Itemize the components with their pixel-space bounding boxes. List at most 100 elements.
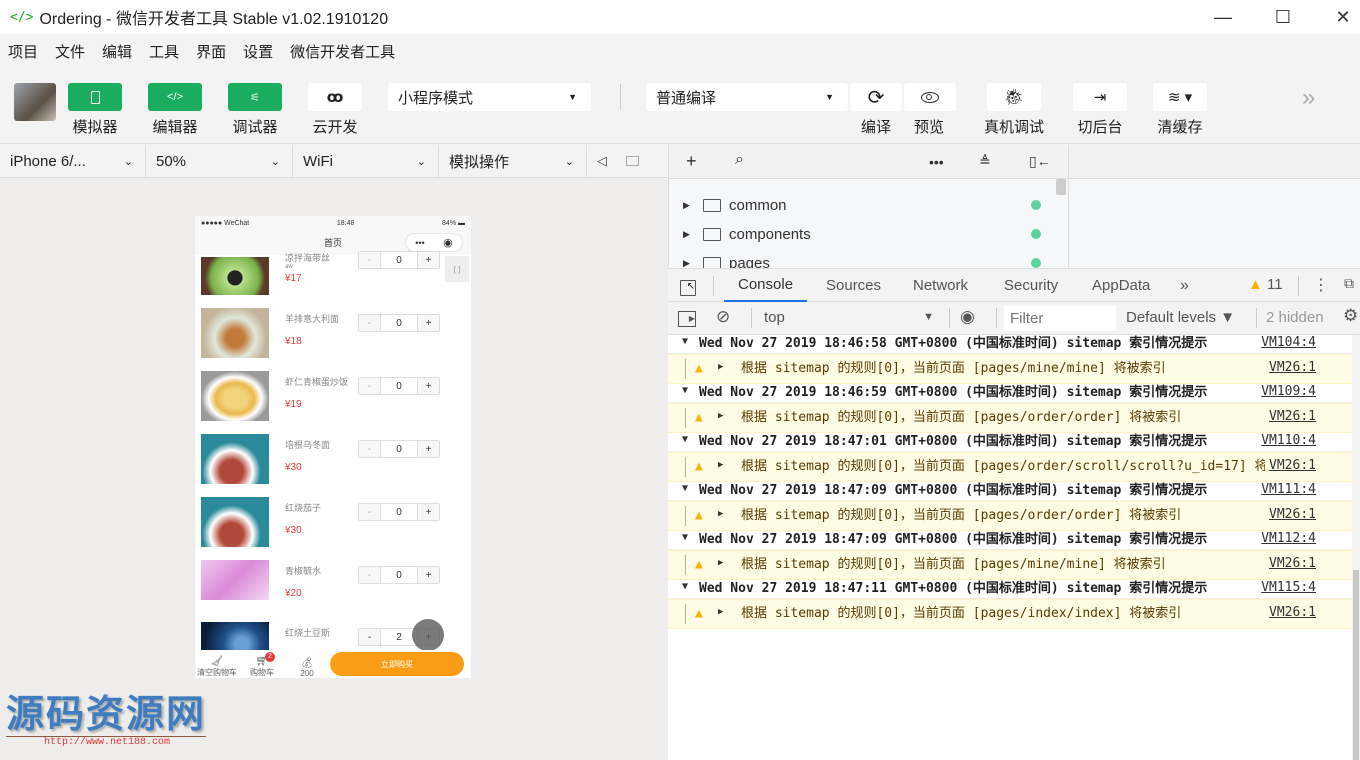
caret-down-icon[interactable]: ▼ <box>682 581 688 592</box>
simulator-button[interactable] <box>68 83 122 111</box>
search-button[interactable]: ⌕ <box>735 151 744 169</box>
source-link[interactable]: VM26:1 <box>1265 409 1316 424</box>
clear-cache-button[interactable]: ≋ ▾ <box>1153 83 1207 111</box>
menu-view[interactable]: 界面 <box>196 41 226 62</box>
clear-console-button[interactable]: ⊘ <box>716 307 730 327</box>
more-dots-icon[interactable]: ••• <box>415 238 424 248</box>
tab-console[interactable]: Console <box>724 269 808 302</box>
maximize-button[interactable]: ☐ <box>1258 0 1308 34</box>
collapse-button[interactable]: ≜ <box>979 153 991 170</box>
quantity-stepper[interactable]: - 0 + <box>358 377 440 395</box>
console-log-row[interactable]: ▼ Wed Nov 27 2019 18:47:11 GMT+0800 (中国标准… <box>668 580 1352 599</box>
tab-network[interactable]: Network <box>913 269 968 302</box>
caret-down-icon[interactable]: ▼ <box>682 336 688 347</box>
clear-cart-button[interactable]: 🧹︎ 清空购物车 <box>195 656 239 678</box>
caret-right-icon[interactable]: ▶ <box>718 558 723 568</box>
caret-right-icon[interactable]: ▶ <box>718 509 723 519</box>
side-bracket-tab[interactable]: [ ] <box>445 256 469 282</box>
source-link[interactable]: VM104:4 <box>1257 335 1316 350</box>
decrement-button[interactable]: - <box>359 441 381 457</box>
source-link[interactable]: VM111:4 <box>1257 482 1316 497</box>
mode-select[interactable]: 小程序模式 ▼ <box>388 83 591 111</box>
add-file-button[interactable]: + <box>686 151 697 172</box>
console-warning-row[interactable]: ▲ ▶ 根据 sitemap 的规则[0]，当前页面 [pages/order/sc… <box>668 452 1352 482</box>
dock-button[interactable]: ⧉ <box>1344 275 1354 292</box>
tab-security[interactable]: Security <box>1004 269 1058 302</box>
context-select[interactable]: top ▼ <box>764 309 934 326</box>
capsule-menu[interactable]: ••• ◉ <box>405 233 463 252</box>
decrement-button[interactable]: - <box>359 315 381 331</box>
source-link[interactable]: VM112:4 <box>1257 531 1316 546</box>
more-button[interactable]: ••• <box>929 154 944 170</box>
console-warning-row[interactable]: ▲ ▶ 根据 sitemap 的规则[0]，当前页面 [pages/mine/min… <box>668 354 1352 384</box>
cart-button[interactable]: 🛒︎ 购物车 2 <box>245 652 279 678</box>
source-link[interactable]: VM26:1 <box>1265 605 1316 620</box>
tab-appdata[interactable]: AppData <box>1092 269 1150 302</box>
caret-right-icon[interactable]: ▶ <box>718 460 723 470</box>
mute-button[interactable]: ◁ <box>587 145 617 177</box>
source-link[interactable]: VM26:1 <box>1265 360 1316 375</box>
file-tree-scrollbar[interactable] <box>1056 179 1066 195</box>
caret-down-icon[interactable]: ▼ <box>682 532 688 543</box>
operation-select[interactable]: 模拟操作 ⌄ <box>439 145 587 178</box>
more-tabs-button[interactable]: » <box>1180 269 1189 302</box>
increment-button[interactable]: + <box>417 567 439 583</box>
menu-edit[interactable]: 编辑 <box>102 41 132 62</box>
decrement-button[interactable]: - <box>359 504 381 520</box>
remote-debug-button[interactable]: 🐞︎ <box>987 83 1041 111</box>
buy-now-button[interactable]: 立即购买 <box>330 652 464 676</box>
hide-tree-button[interactable]: ▯← <box>1029 153 1051 170</box>
source-link[interactable]: VM109:4 <box>1257 384 1316 399</box>
increment-button[interactable]: + <box>417 252 439 268</box>
console-warning-row[interactable]: ▲ ▶ 根据 sitemap 的规则[0]，当前页面 [pages/order/or… <box>668 501 1352 531</box>
increment-button[interactable]: + <box>417 441 439 457</box>
quantity-stepper[interactable]: - 0 + <box>358 440 440 458</box>
menu-file[interactable]: 文件 <box>55 41 85 62</box>
scrollbar-thumb[interactable] <box>1353 570 1359 760</box>
console-log-row[interactable]: ▼ Wed Nov 27 2019 18:47:09 GMT+0800 (中国标准… <box>668 531 1352 550</box>
increment-button[interactable]: + <box>417 378 439 394</box>
source-link[interactable]: VM115:4 <box>1257 580 1316 595</box>
caret-down-icon[interactable]: ▼ <box>682 434 688 445</box>
debugger-button[interactable]: ⚟ <box>228 83 282 111</box>
decrement-button[interactable]: - <box>359 567 381 583</box>
warning-counter[interactable]: ▲ 11 <box>1248 276 1283 293</box>
console-warning-row[interactable]: ▲ ▶ 根据 sitemap 的规则[0]，当前页面 [pages/mine/min… <box>668 550 1352 580</box>
menu-tools[interactable]: 工具 <box>149 41 179 62</box>
editor-button[interactable]: </> <box>148 83 202 111</box>
console-warning-row[interactable]: ▲ ▶ 根据 sitemap 的规则[0]，当前页面 [pages/index/in… <box>668 599 1352 629</box>
caret-right-icon[interactable]: ▶ <box>718 362 723 372</box>
avatar[interactable] <box>14 83 56 121</box>
console-scrollbar[interactable] <box>1352 335 1360 760</box>
source-link[interactable]: VM26:1 <box>1265 556 1316 571</box>
device-select[interactable]: iPhone 6/... ⌄ <box>0 145 146 178</box>
more-tools-button[interactable]: » <box>1302 84 1315 112</box>
decrement-button[interactable]: - <box>359 629 381 645</box>
live-expression-button[interactable]: ◉ <box>960 307 975 327</box>
devtools-menu-button[interactable]: ⋮ <box>1313 275 1329 295</box>
background-button[interactable]: ⇥ <box>1073 83 1127 111</box>
increment-button[interactable]: + <box>417 504 439 520</box>
network-select[interactable]: WiFi ⌄ <box>293 145 439 178</box>
menu-wechat-devtools[interactable]: 微信开发者工具 <box>290 41 395 62</box>
caret-right-icon[interactable]: ▶ <box>718 411 723 421</box>
source-link[interactable]: VM26:1 <box>1265 507 1316 522</box>
caret-right-icon[interactable]: ▶ <box>718 607 723 617</box>
tree-folder-pages[interactable]: ▶ pages <box>669 249 1068 268</box>
caret-down-icon[interactable]: ▼ <box>682 385 688 396</box>
console-log-row[interactable]: ▼ Wed Nov 27 2019 18:47:01 GMT+0800 (中国标准… <box>668 433 1352 452</box>
toggle-sidebar-button[interactable]: ▶ <box>678 309 696 327</box>
quantity-stepper[interactable]: - 0 + <box>358 566 440 584</box>
detach-window-button[interactable] <box>617 145 647 177</box>
source-link[interactable]: VM110:4 <box>1257 433 1316 448</box>
target-icon[interactable]: ◉ <box>443 236 453 249</box>
log-levels-select[interactable]: Default levels ▼ <box>1126 309 1235 326</box>
compile-button[interactable]: ⟳ <box>850 83 902 111</box>
cloud-button[interactable]: ꝏ <box>308 83 362 111</box>
preview-button[interactable] <box>904 83 956 111</box>
increment-button[interactable]: + <box>417 315 439 331</box>
tab-sources[interactable]: Sources <box>826 269 881 302</box>
menu-project[interactable]: 项目 <box>8 41 38 62</box>
compile-mode-select[interactable]: 普通编译 ▼ <box>646 83 848 111</box>
console-filter-input[interactable] <box>1004 306 1116 331</box>
